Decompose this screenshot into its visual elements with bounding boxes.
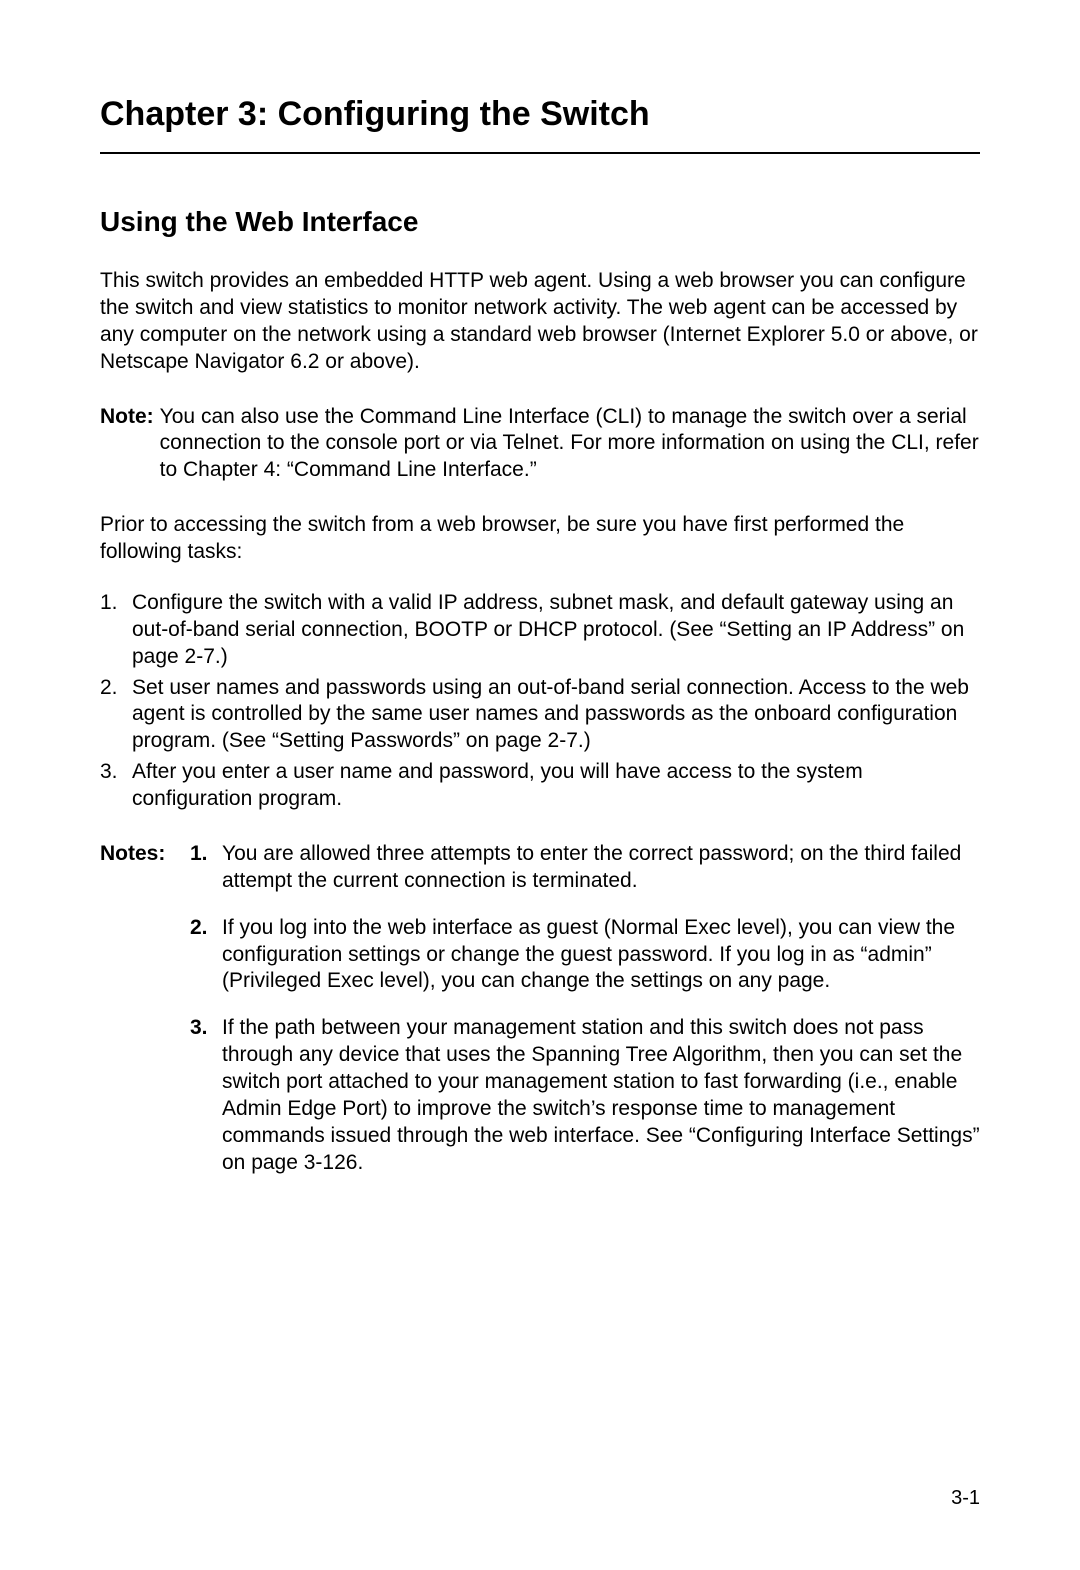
list-item-number: 1. bbox=[190, 841, 222, 895]
title-rule bbox=[100, 152, 980, 154]
list-item-text: You are allowed three attempts to enter … bbox=[222, 841, 980, 895]
notes-list: 1. You are allowed three attempts to ent… bbox=[190, 841, 980, 1197]
list-item-text: If the path between your management stat… bbox=[222, 1015, 980, 1176]
list-item: 2. If you log into the web interface as … bbox=[190, 915, 980, 996]
list-item-text: If you log into the web interface as gue… bbox=[222, 915, 980, 996]
note-label: Note: bbox=[100, 404, 154, 485]
list-item-number: 1. bbox=[100, 590, 132, 671]
prior-paragraph: Prior to accessing the switch from a web… bbox=[100, 512, 980, 566]
tasks-list: 1. Configure the switch with a valid IP … bbox=[100, 590, 980, 813]
notes-block: Notes: 1. You are allowed three attempts… bbox=[100, 841, 980, 1197]
notes-label: Notes: bbox=[100, 841, 190, 1197]
list-item-number: 2. bbox=[100, 675, 132, 756]
page-number: 3-1 bbox=[951, 1487, 980, 1510]
section-title: Using the Web Interface bbox=[100, 206, 980, 238]
list-item: 3. If the path between your management s… bbox=[190, 1015, 980, 1176]
note-block: Note: You can also use the Command Line … bbox=[100, 404, 980, 485]
chapter-title: Chapter 3: Configuring the Switch bbox=[100, 95, 980, 134]
list-item: 3. After you enter a user name and passw… bbox=[100, 759, 980, 813]
list-item: 1. You are allowed three attempts to ent… bbox=[190, 841, 980, 895]
list-item-text: Configure the switch with a valid IP add… bbox=[132, 590, 980, 671]
list-item-text: Set user names and passwords using an ou… bbox=[132, 675, 980, 756]
intro-paragraph: This switch provides an embedded HTTP we… bbox=[100, 268, 980, 376]
list-item: 1. Configure the switch with a valid IP … bbox=[100, 590, 980, 671]
list-item-number: 3. bbox=[190, 1015, 222, 1176]
list-item: 2. Set user names and passwords using an… bbox=[100, 675, 980, 756]
list-item-number: 3. bbox=[100, 759, 132, 813]
list-item-number: 2. bbox=[190, 915, 222, 996]
note-text: You can also use the Command Line Interf… bbox=[160, 404, 980, 485]
list-item-text: After you enter a user name and password… bbox=[132, 759, 980, 813]
